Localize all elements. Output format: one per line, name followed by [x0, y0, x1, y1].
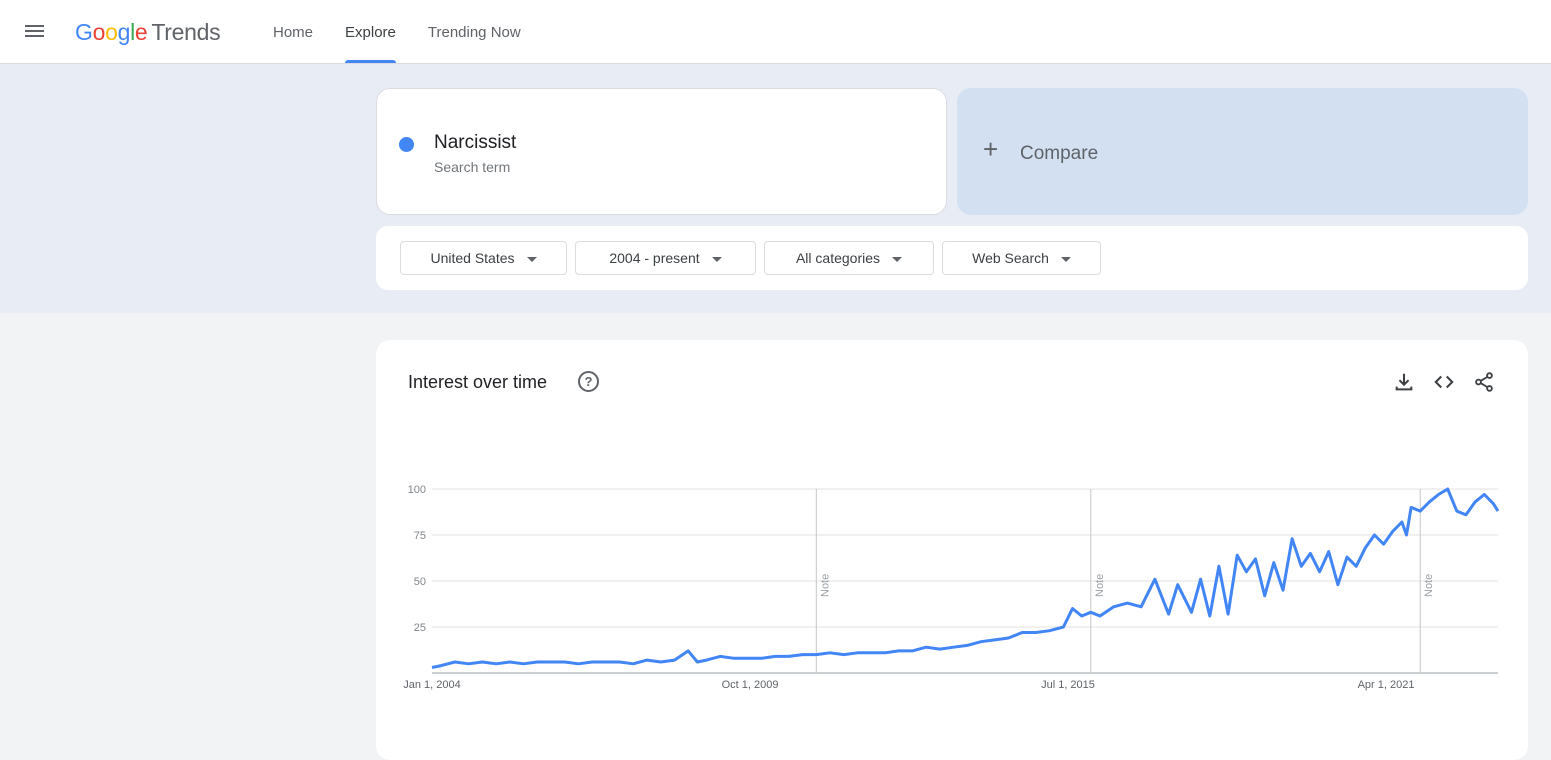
nav-tab-trending-now[interactable]: Trending Now [412, 0, 537, 63]
embed-icon[interactable] [1433, 371, 1455, 393]
download-icon[interactable] [1393, 371, 1415, 393]
x-tick-label: Jul 1, 2015 [1041, 679, 1095, 691]
chart-title: Interest over time [408, 372, 548, 392]
interest-over-time-card: 25 50 75 100 Note Note Note Jan 1, 2004 Oct 1, 2… [376, 340, 1528, 760]
search-type-value: Web Search [972, 250, 1049, 266]
note-marker-label: Note [1094, 574, 1106, 597]
region-value: United States [430, 250, 515, 266]
category-value: All categories [795, 250, 881, 266]
google-trends-logo[interactable]: Google Trends [75, 19, 221, 46]
region-dropdown[interactable]: United States [400, 241, 567, 275]
y-tick-label: 50 [414, 576, 426, 588]
y-tick-label: 25 [414, 622, 426, 634]
trends-logo-text: Trends [151, 19, 221, 45]
dropdown-arrow-icon [1060, 256, 1071, 262]
dropdown-arrow-icon [892, 256, 903, 262]
plus-icon: + [983, 134, 999, 164]
category-dropdown[interactable]: All categories [764, 241, 934, 275]
note-marker-label: Note [1423, 574, 1435, 597]
y-tick-label: 75 [414, 530, 426, 542]
dropdown-arrow-icon [711, 256, 722, 262]
search-type-dropdown[interactable]: Web Search [942, 241, 1101, 275]
series-line-narcissist [431, 487, 1500, 669]
compare-button[interactable]: + Compare [957, 88, 1528, 215]
top-app-bar: Google Trends Home Explore Trending Now [0, 0, 1551, 64]
nav-tab-home[interactable]: Home [257, 0, 329, 63]
search-term-card[interactable]: Narcissist Search term [376, 88, 947, 215]
x-tick-label: Oct 1, 2009 [722, 679, 779, 691]
search-area: Narcissist Search term + Compare United … [0, 64, 1551, 313]
search-term-text[interactable]: Narcissist [434, 132, 516, 154]
time-range-dropdown[interactable]: 2004 - present [575, 241, 756, 275]
main-nav: Home Explore Trending Now [257, 0, 537, 63]
interest-over-time-chart: 25 50 75 100 Note Note Note Jan 1, 2004 Oct 1, 2… [403, 484, 1500, 691]
y-tick-label: 100 [408, 484, 426, 496]
google-logo-text: Google [75, 19, 148, 45]
share-icon[interactable] [1473, 371, 1495, 393]
filter-bar: United States 2004 - present All categor… [376, 226, 1528, 290]
time-range-value: 2004 - present [609, 250, 700, 266]
note-marker-label: Note [819, 574, 831, 597]
search-term-type: Search term [434, 159, 511, 175]
compare-label: Compare [1020, 143, 1099, 164]
help-icon[interactable]: ? [578, 371, 599, 392]
x-tick-label: Jan 1, 2004 [403, 679, 461, 691]
dropdown-arrow-icon [526, 256, 537, 262]
nav-tab-explore[interactable]: Explore [329, 0, 412, 63]
term-color-dot [399, 137, 414, 152]
x-tick-label: Apr 1, 2021 [1358, 679, 1415, 691]
menu-icon[interactable] [24, 22, 46, 42]
